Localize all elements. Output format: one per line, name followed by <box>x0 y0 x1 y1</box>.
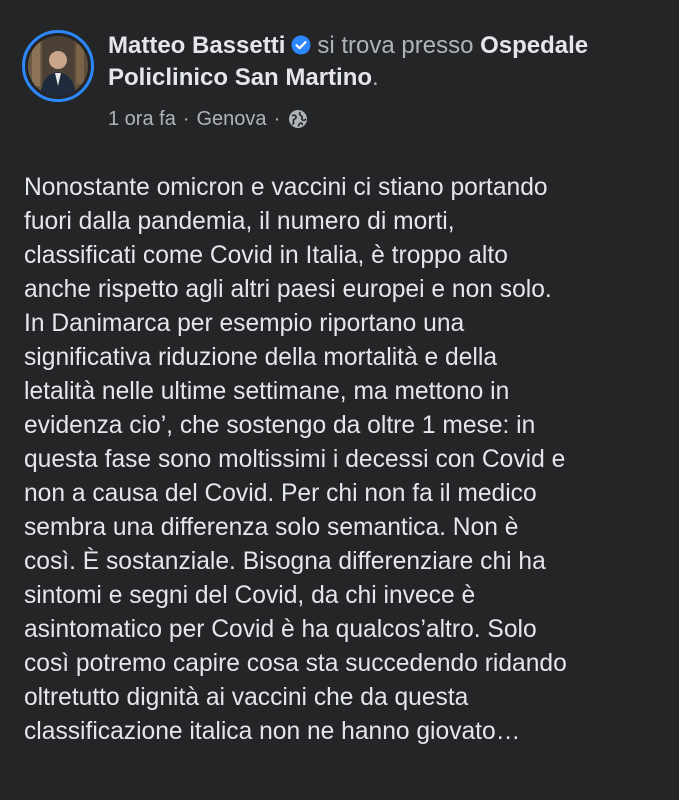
post-text-line: significativa riduzione della mortalità … <box>24 344 497 371</box>
post-text-line: Nonostante omicron e vaccini ci stiano p… <box>24 174 548 201</box>
author-name[interactable]: Matteo Bassetti <box>108 32 285 59</box>
post-text-line: evidenza cio’, che sostengo da oltre 1 m… <box>24 412 536 439</box>
post-text-line: così. È sostanziale. Bisogna differenzia… <box>24 548 546 575</box>
post-header: Matteo Bassetti si trova presso Ospedale … <box>22 28 662 138</box>
globe-icon[interactable] <box>288 109 308 129</box>
location-link[interactable]: Genova <box>197 107 267 131</box>
meta-separator: · <box>182 108 190 130</box>
avatar-photo <box>28 36 88 96</box>
timestamp-link[interactable]: 1 ora fa <box>108 107 176 131</box>
checkin-text: si trova presso <box>317 32 474 59</box>
post-text-line: fuori dalla pandemia, il numero di morti… <box>24 208 455 235</box>
post-text-line: oltretutto dignità ai vaccini che da que… <box>24 684 469 711</box>
post-text-line: sembra una differenza solo semantica. No… <box>24 514 519 541</box>
post-text-line: sintomi e segni del Covid, da chi invece… <box>24 582 476 609</box>
post-text-line: asintomatico per Covid è ha qualcos’altr… <box>24 616 537 643</box>
avatar[interactable] <box>22 30 94 102</box>
post-text-line: letalità nelle ultime settimane, ma mett… <box>24 378 510 405</box>
post-title: Matteo Bassetti si trova presso Ospedale … <box>108 30 668 94</box>
title-period: . <box>372 64 379 91</box>
post-text-line: anche rispetto agli altri paesi europei … <box>24 276 552 303</box>
post-meta: 1 ora fa · Genova · <box>108 107 308 131</box>
post-text-line: questa fase sono moltissimi i decessi co… <box>24 446 566 473</box>
post-text-line: In Danimarca per esempio riportano una <box>24 310 465 337</box>
post-text-line: classificati come Covid in Italia, è tro… <box>24 242 508 269</box>
post-text-line: così potremo capire cosa sta succedendo … <box>24 650 567 677</box>
post-text-line: classificazione italica non ne hanno gio… <box>24 718 521 745</box>
meta-separator: · <box>273 108 281 130</box>
verified-badge-icon <box>291 35 311 55</box>
post-text-line: non a causa del Covid. Per chi non fa il… <box>24 480 537 507</box>
post-body: Nonostante omicron e vaccini ci stiano p… <box>24 171 674 749</box>
